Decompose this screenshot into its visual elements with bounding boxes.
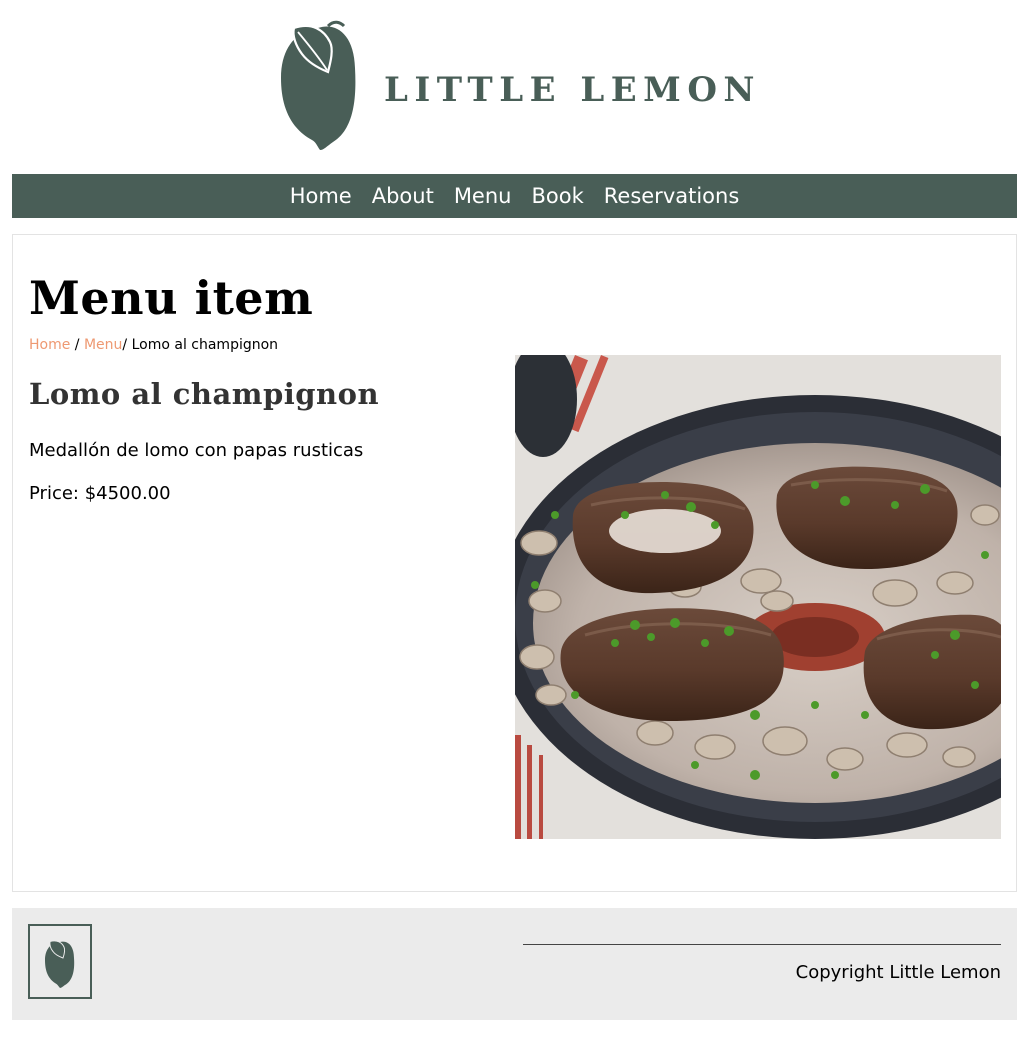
footer-divider bbox=[523, 944, 1001, 945]
nav-menu-link[interactable]: Menu bbox=[454, 174, 512, 218]
brand-name: LITTLE LEMON bbox=[384, 70, 762, 110]
item-name: Lomo al champignon bbox=[29, 377, 380, 411]
dish-photo bbox=[515, 355, 1001, 839]
item-price: Price: $4500.00 bbox=[29, 483, 171, 504]
lemon-icon bbox=[45, 940, 75, 988]
site-header: LITTLE LEMON bbox=[0, 0, 1027, 174]
nav-home-link[interactable]: Home bbox=[290, 174, 352, 218]
breadcrumb-home-link[interactable]: Home bbox=[29, 337, 70, 353]
nav-book-link[interactable]: Book bbox=[531, 174, 583, 218]
breadcrumb-separator: / bbox=[74, 337, 80, 353]
nav-reservations-link[interactable]: Reservations bbox=[604, 174, 740, 218]
site-footer: Copyright Little Lemon bbox=[12, 908, 1017, 1020]
lemon-icon bbox=[281, 20, 356, 151]
nav-about-link[interactable]: About bbox=[372, 174, 434, 218]
breadcrumb-menu-link[interactable]: Menu bbox=[84, 337, 122, 353]
menu-item-panel: Menu item Home / Menu/ Lomo al champigno… bbox=[12, 234, 1017, 892]
copyright-text: Copyright Little Lemon bbox=[795, 962, 1001, 983]
brand-logo-link[interactable]: LITTLE LEMON bbox=[278, 18, 758, 154]
item-description: Medallón de lomo con papas rusticas bbox=[29, 440, 364, 461]
footer-logo-link[interactable] bbox=[28, 924, 92, 999]
breadcrumb-current: / Lomo al champignon bbox=[122, 337, 279, 353]
main-nav: Home About Menu Book Reservations bbox=[12, 174, 1017, 218]
page-title: Menu item bbox=[29, 271, 314, 325]
breadcrumb: Home / Menu/ Lomo al champignon bbox=[29, 337, 278, 353]
